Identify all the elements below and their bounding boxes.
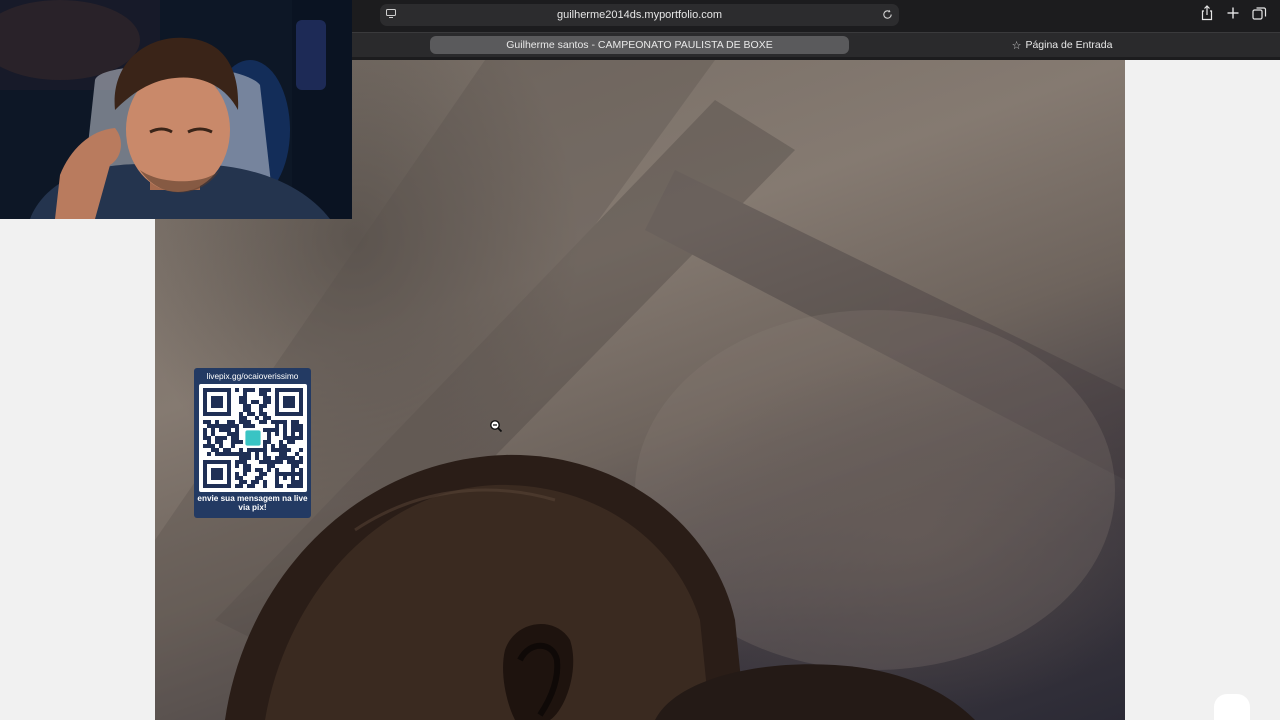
scroll-indicator[interactable] bbox=[1214, 694, 1250, 720]
share-icon[interactable] bbox=[1198, 4, 1216, 22]
tab-label: Guilherme santos - CAMPEONATO PAULISTA D… bbox=[506, 39, 773, 51]
qr-code[interactable] bbox=[198, 384, 307, 492]
page-settings-icon[interactable] bbox=[386, 9, 396, 18]
page-margin bbox=[1125, 60, 1280, 720]
address-bar[interactable]: guilherme2014ds.myportfolio.com bbox=[380, 4, 899, 26]
tab-guilherme-santos[interactable]: Guilherme santos - CAMPEONATO PAULISTA D… bbox=[430, 36, 849, 54]
reload-icon[interactable] bbox=[882, 9, 893, 20]
plus-icon[interactable] bbox=[1224, 4, 1242, 22]
tab-label: Página de Entrada bbox=[1025, 39, 1113, 51]
qr-url-text: livepix.gg/ocaioverissimo bbox=[206, 371, 299, 381]
qr-message: envie sua mensagem na live via pix! bbox=[197, 494, 308, 512]
livepix-qr-card: livepix.gg/ocaioverissimo envie sua mens… bbox=[194, 368, 311, 518]
address-text[interactable]: guilherme2014ds.myportfolio.com bbox=[557, 9, 722, 21]
tabs-overview-icon[interactable] bbox=[1250, 4, 1268, 22]
zoom-out-cursor bbox=[490, 420, 502, 432]
toolbar-actions bbox=[1198, 4, 1268, 22]
tab-bar: Guilherme santos - CAMPEONATO PAULISTA D… bbox=[352, 32, 1280, 57]
streamer-webcam bbox=[0, 0, 352, 219]
tab-pagina-de-entrada[interactable]: ☆ Página de Entrada bbox=[912, 36, 1212, 54]
star-icon: ☆ bbox=[1011, 39, 1022, 52]
